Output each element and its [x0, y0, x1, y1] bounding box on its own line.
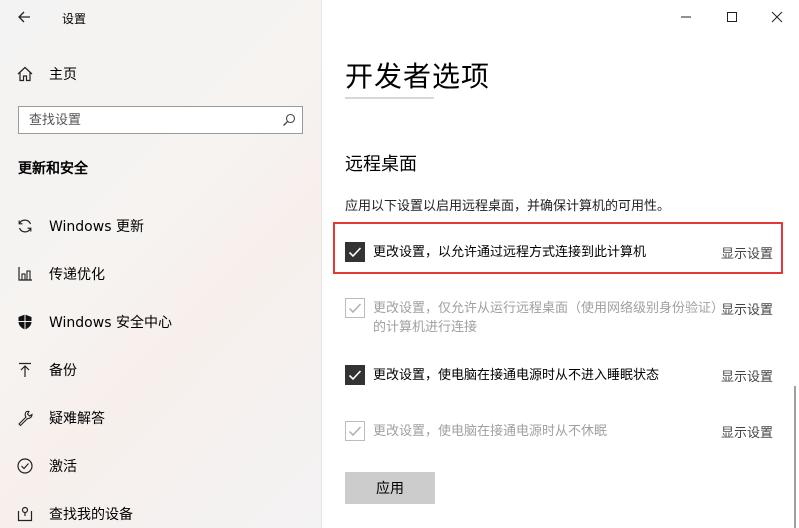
option-label: 更改设置，以允许通过远程方式连接到此计算机	[373, 245, 647, 260]
scrollbar-thumb[interactable]	[794, 386, 796, 528]
sync-icon	[16, 217, 34, 235]
sidebar-item-label: 主页	[49, 67, 77, 83]
close-icon	[771, 11, 783, 23]
check-circle-icon	[16, 457, 34, 475]
sidebar-item-windows-security[interactable]: Windows 安全中心	[16, 310, 172, 334]
sidebar: 设置 主页 更新和安全 Windows 更新	[0, 0, 321, 528]
page-title: 开发者选项	[345, 60, 491, 93]
checkmark-icon	[348, 426, 362, 437]
sidebar-item-label: 传递优化	[49, 267, 105, 283]
show-settings-link[interactable]: 显示设置	[721, 422, 773, 441]
sidebar-item-label: Windows 更新	[49, 219, 144, 235]
find-device-icon	[16, 505, 34, 523]
section-description: 应用以下设置以启用远程桌面，并确保计算机的可用性。	[345, 199, 671, 214]
checkmark-icon	[348, 303, 362, 314]
minimize-button[interactable]	[671, 5, 701, 29]
section-heading: 远程桌面	[345, 154, 417, 175]
search-icon[interactable]	[282, 113, 296, 127]
minimize-icon	[681, 16, 691, 18]
sidebar-item-backup[interactable]: 备份	[16, 358, 77, 382]
option-label: 更改设置，仅允许从运行远程桌面（使用网络级别身份验证）的计算机进行连接	[373, 301, 718, 335]
maximize-icon	[727, 12, 737, 22]
sidebar-item-find-my-device[interactable]: 查找我的设备	[16, 502, 133, 526]
maximize-button[interactable]	[717, 5, 747, 29]
sidebar-item-activation[interactable]: 激活	[16, 454, 77, 478]
checkbox-never-hibernate[interactable]	[345, 421, 365, 441]
window-title: 设置	[62, 12, 87, 26]
show-settings-link[interactable]: 显示设置	[721, 366, 773, 385]
section-title: 更新和安全	[18, 161, 88, 177]
sidebar-item-windows-update[interactable]: Windows 更新	[16, 214, 144, 238]
delivery-optimization-icon	[16, 265, 34, 283]
close-button[interactable]	[762, 5, 792, 29]
search-box[interactable]	[18, 106, 303, 134]
backup-arrow-icon	[16, 361, 34, 379]
sidebar-item-label: Windows 安全中心	[49, 315, 172, 331]
sidebar-item-troubleshoot[interactable]: 疑难解答	[16, 406, 105, 430]
apply-button[interactable]: 应用	[345, 472, 435, 504]
sidebar-item-home[interactable]: 主页	[16, 63, 77, 85]
pane-divider	[321, 0, 322, 528]
title-underline	[345, 97, 434, 99]
sidebar-item-label: 疑难解答	[49, 411, 105, 427]
checkmark-icon	[348, 370, 362, 381]
shield-icon	[16, 313, 34, 331]
show-settings-link[interactable]: 显示设置	[721, 243, 773, 262]
checkmark-icon	[348, 247, 362, 258]
home-icon	[17, 66, 33, 82]
search-input[interactable]	[19, 107, 279, 133]
sidebar-item-label: 查找我的设备	[49, 507, 133, 523]
wrench-icon	[16, 409, 34, 427]
checkbox-allow-remote-connection[interactable]	[345, 242, 365, 262]
sidebar-item-label: 激活	[49, 459, 77, 475]
back-button[interactable]	[14, 5, 38, 29]
option-label: 更改设置，使电脑在接通电源时从不休眠	[373, 424, 608, 439]
option-label: 更改设置，使电脑在接通电源时从不进入睡眠状态	[373, 368, 660, 383]
checkbox-nla-only[interactable]	[345, 298, 365, 318]
sidebar-item-label: 备份	[49, 363, 77, 379]
back-arrow-icon	[18, 11, 30, 23]
sidebar-item-delivery-optimization[interactable]: 传递优化	[16, 262, 105, 286]
show-settings-link[interactable]: 显示设置	[721, 299, 773, 318]
checkbox-never-sleep[interactable]	[345, 365, 365, 385]
